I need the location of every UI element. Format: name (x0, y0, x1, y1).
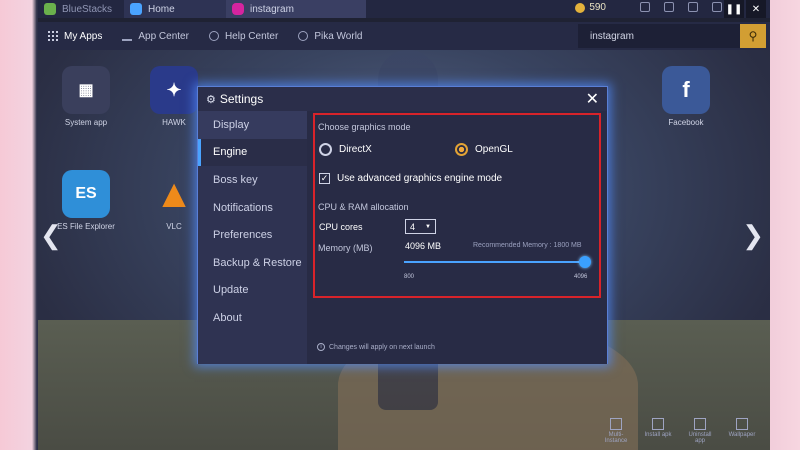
install-apk-button[interactable]: Install apk (642, 418, 674, 444)
bluestacks-logo-icon (44, 3, 56, 15)
uninstall-app-button[interactable]: Uninstall app (684, 418, 716, 444)
nav-help-center[interactable]: Help Center (199, 22, 288, 50)
sidebar-item-boss-key[interactable]: Boss key (198, 166, 307, 194)
search-box[interactable]: instagram ⚲ (578, 24, 766, 48)
app-title: BlueStacks (38, 0, 124, 18)
help-icon (208, 31, 219, 41)
multi-instance-icon (610, 418, 622, 430)
nav-app-center[interactable]: App Center (112, 22, 199, 50)
tab-instagram[interactable]: instagram (226, 0, 366, 18)
nav-bar: My Apps App Center Help Center Pika Worl… (38, 22, 770, 50)
sidebar-item-preferences[interactable]: Preferences (198, 221, 307, 249)
settings-title: Settings (219, 92, 264, 106)
es-file-explorer-icon: ES (62, 170, 110, 218)
wallpaper-button[interactable]: Wallpaper (726, 418, 758, 444)
sidebar-item-notifications[interactable]: Notifications (198, 194, 307, 222)
install-apk-icon (652, 418, 664, 430)
search-input[interactable]: instagram (590, 31, 634, 42)
tab-home[interactable]: Home (124, 0, 226, 18)
coin-counter[interactable]: 590 (575, 2, 606, 13)
instagram-icon (232, 3, 244, 15)
system-app-icon: ▦ (62, 66, 110, 114)
download-icon (122, 31, 133, 41)
menu-icon[interactable] (712, 2, 722, 12)
home-icon (130, 3, 142, 15)
app-facebook[interactable]: f Facebook (646, 66, 726, 127)
nav-my-apps[interactable]: My Apps (38, 22, 112, 50)
pause-icon[interactable]: ❚❚ (724, 0, 744, 18)
titlebar-tools (640, 2, 722, 12)
sidebar-item-engine[interactable]: Engine (198, 138, 307, 167)
settings-sidebar: Display Engine Boss key Notifications Pr… (198, 111, 307, 364)
restart-note: i Changes will apply on next launch (317, 343, 435, 351)
trash-icon (694, 418, 706, 430)
info-icon: i (317, 343, 325, 351)
settings-icon[interactable] (688, 2, 698, 12)
multi-instance-button[interactable]: Multi-Instance (600, 418, 632, 444)
chevron-right-icon[interactable]: ❯ (742, 220, 764, 251)
vlc-icon: ▲ (154, 171, 194, 216)
settings-header: ⚙ Settings ✕ (198, 87, 607, 111)
window-controls: ❚❚ ✕ (724, 0, 766, 18)
close-icon[interactable]: ✕ (746, 0, 766, 18)
gear-icon: ⚙ (206, 93, 216, 106)
highlight-box (313, 113, 601, 298)
chevron-left-icon[interactable]: ❮ (40, 220, 62, 251)
grid-icon (48, 31, 58, 41)
sidebar-item-update[interactable]: Update (198, 277, 307, 305)
sidebar-item-about[interactable]: About (198, 304, 307, 332)
bell-icon[interactable] (664, 2, 674, 12)
globe-icon (298, 31, 309, 41)
close-button[interactable]: ✕ (586, 89, 599, 109)
sidebar-item-backup-restore[interactable]: Backup & Restore (198, 249, 307, 277)
bottom-toolbar: Multi-Instance Install apk Uninstall app… (600, 418, 758, 444)
app-system-app[interactable]: ▦ System app (46, 66, 126, 127)
search-icon[interactable]: ⚲ (740, 24, 766, 48)
facebook-icon: f (662, 66, 710, 114)
hawk-icon: ✦ (150, 66, 198, 114)
coin-icon (575, 2, 586, 13)
nav-pika-world[interactable]: Pika World (288, 22, 372, 50)
key-icon[interactable] (640, 2, 650, 12)
wallpaper-icon (736, 418, 748, 430)
sidebar-item-display[interactable]: Display (198, 111, 307, 139)
title-bar: BlueStacks Home instagram 590 ❚❚ ✕ (38, 0, 770, 18)
